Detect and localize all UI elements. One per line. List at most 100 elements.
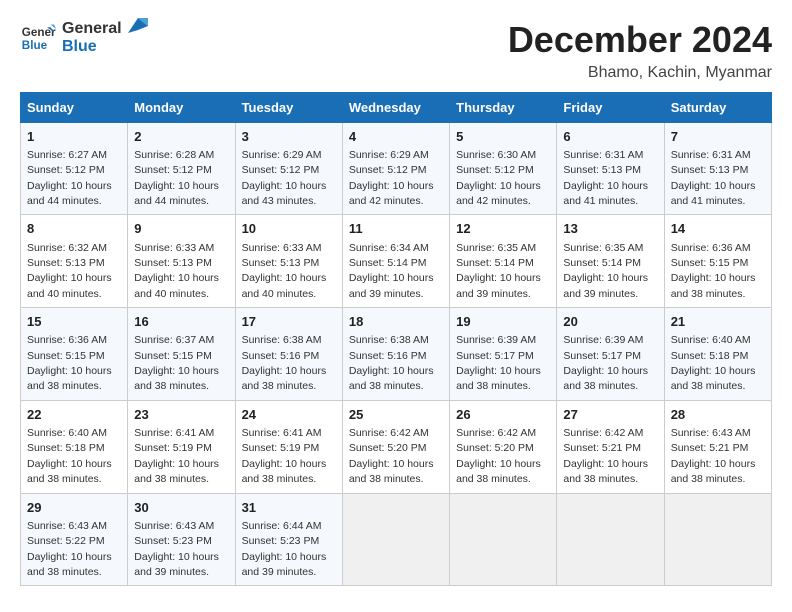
calendar-cell: 28 Sunrise: 6:43 AMSunset: 5:21 PMDayligh… [664,400,771,493]
day-detail: Sunrise: 6:30 AMSunset: 5:12 PMDaylight:… [456,149,541,207]
calendar-cell: 15 Sunrise: 6:36 AMSunset: 5:15 PMDayligh… [21,308,128,401]
calendar-cell: 19Sunrise: 6:39 AMSunset: 5:17 PMDayligh… [450,308,557,401]
day-detail: Sunrise: 6:29 AMSunset: 5:12 PMDaylight:… [242,149,327,207]
calendar-cell: 30Sunrise: 6:43 AMSunset: 5:23 PMDayligh… [128,493,235,586]
calendar-cell: 16 Sunrise: 6:37 AMSunset: 5:15 PMDayligh… [128,308,235,401]
calendar-cell [342,493,449,586]
day-detail: Sunrise: 6:35 AMSunset: 5:14 PMDaylight:… [563,242,648,300]
logo-line2: Blue [62,38,122,56]
day-detail: Sunrise: 6:36 AMSunset: 5:15 PMDaylight:… [27,334,112,392]
column-header-tuesday: Tuesday [235,92,342,122]
calendar-week-row: 1 Sunrise: 6:27 AMSunset: 5:12 PMDaylight… [21,122,772,215]
month-title: December 2024 [508,20,772,60]
calendar-cell: 26Sunrise: 6:42 AMSunset: 5:20 PMDayligh… [450,400,557,493]
day-number: 15 [27,313,121,331]
svg-text:Blue: Blue [22,39,48,52]
day-number: 27 [563,406,657,424]
day-detail: Sunrise: 6:43 AMSunset: 5:22 PMDaylight:… [27,520,112,578]
logo-bird-icon [128,18,148,48]
logo-icon: General Blue [20,20,56,56]
location-title: Bhamo, Kachin, Myanmar [508,64,772,82]
day-number: 9 [134,220,228,238]
day-number: 29 [27,499,121,517]
calendar-header-row: SundayMondayTuesdayWednesdayThursdayFrid… [21,92,772,122]
day-detail: Sunrise: 6:39 AMSunset: 5:17 PMDaylight:… [456,334,541,392]
calendar-cell: 14 Sunrise: 6:36 AMSunset: 5:15 PMDayligh… [664,215,771,308]
day-number: 14 [671,220,765,238]
day-number: 6 [563,128,657,146]
day-detail: Sunrise: 6:27 AMSunset: 5:12 PMDaylight:… [27,149,112,207]
day-detail: Sunrise: 6:37 AMSunset: 5:15 PMDaylight:… [134,334,219,392]
day-number: 23 [134,406,228,424]
day-number: 22 [27,406,121,424]
calendar-cell [664,493,771,586]
calendar-cell: 8 Sunrise: 6:32 AMSunset: 5:13 PMDaylight… [21,215,128,308]
calendar-cell: 24 Sunrise: 6:41 AMSunset: 5:19 PMDayligh… [235,400,342,493]
calendar-week-row: 22Sunrise: 6:40 AMSunset: 5:18 PMDayligh… [21,400,772,493]
column-header-friday: Friday [557,92,664,122]
day-number: 1 [27,128,121,146]
calendar-cell: 21Sunrise: 6:40 AMSunset: 5:18 PMDayligh… [664,308,771,401]
calendar-week-row: 15 Sunrise: 6:36 AMSunset: 5:15 PMDayligh… [21,308,772,401]
day-detail: Sunrise: 6:41 AMSunset: 5:19 PMDaylight:… [242,427,327,485]
calendar-cell: 22Sunrise: 6:40 AMSunset: 5:18 PMDayligh… [21,400,128,493]
calendar-cell: 2 Sunrise: 6:28 AMSunset: 5:12 PMDaylight… [128,122,235,215]
calendar-cell: 4Sunrise: 6:29 AMSunset: 5:12 PMDaylight… [342,122,449,215]
day-detail: Sunrise: 6:31 AMSunset: 5:13 PMDaylight:… [671,149,756,207]
calendar-cell: 6 Sunrise: 6:31 AMSunset: 5:13 PMDaylight… [557,122,664,215]
day-detail: Sunrise: 6:32 AMSunset: 5:13 PMDaylight:… [27,242,112,300]
day-detail: Sunrise: 6:42 AMSunset: 5:20 PMDaylight:… [349,427,434,485]
calendar-week-row: 8 Sunrise: 6:32 AMSunset: 5:13 PMDaylight… [21,215,772,308]
calendar-cell: 31Sunrise: 6:44 AMSunset: 5:23 PMDayligh… [235,493,342,586]
calendar-cell: 12Sunrise: 6:35 AMSunset: 5:14 PMDayligh… [450,215,557,308]
calendar-cell: 11Sunrise: 6:34 AMSunset: 5:14 PMDayligh… [342,215,449,308]
day-number: 11 [349,220,443,238]
day-number: 13 [563,220,657,238]
column-header-sunday: Sunday [21,92,128,122]
day-detail: Sunrise: 6:42 AMSunset: 5:21 PMDaylight:… [563,427,648,485]
logo-line1: General [62,20,122,38]
day-number: 8 [27,220,121,238]
calendar-cell [557,493,664,586]
day-detail: Sunrise: 6:33 AMSunset: 5:13 PMDaylight:… [242,242,327,300]
day-number: 26 [456,406,550,424]
day-detail: Sunrise: 6:43 AMSunset: 5:21 PMDaylight:… [671,427,756,485]
column-header-wednesday: Wednesday [342,92,449,122]
day-detail: Sunrise: 6:29 AMSunset: 5:12 PMDaylight:… [349,149,434,207]
day-number: 16 [134,313,228,331]
day-number: 31 [242,499,336,517]
day-detail: Sunrise: 6:38 AMSunset: 5:16 PMDaylight:… [349,334,434,392]
calendar-cell: 18Sunrise: 6:38 AMSunset: 5:16 PMDayligh… [342,308,449,401]
day-number: 28 [671,406,765,424]
calendar-cell: 7 Sunrise: 6:31 AMSunset: 5:13 PMDaylight… [664,122,771,215]
day-number: 30 [134,499,228,517]
day-detail: Sunrise: 6:38 AMSunset: 5:16 PMDaylight:… [242,334,327,392]
calendar-cell [450,493,557,586]
calendar-cell: 3Sunrise: 6:29 AMSunset: 5:12 PMDaylight… [235,122,342,215]
day-number: 2 [134,128,228,146]
calendar-cell: 23Sunrise: 6:41 AMSunset: 5:19 PMDayligh… [128,400,235,493]
day-detail: Sunrise: 6:31 AMSunset: 5:13 PMDaylight:… [563,149,648,207]
calendar-week-row: 29 Sunrise: 6:43 AMSunset: 5:22 PMDayligh… [21,493,772,586]
day-number: 12 [456,220,550,238]
column-header-saturday: Saturday [664,92,771,122]
day-number: 24 [242,406,336,424]
day-number: 10 [242,220,336,238]
day-detail: Sunrise: 6:40 AMSunset: 5:18 PMDaylight:… [671,334,756,392]
calendar-cell: 20Sunrise: 6:39 AMSunset: 5:17 PMDayligh… [557,308,664,401]
calendar-cell: 1 Sunrise: 6:27 AMSunset: 5:12 PMDaylight… [21,122,128,215]
logo: General Blue General Blue [20,20,148,56]
day-number: 7 [671,128,765,146]
day-number: 5 [456,128,550,146]
day-detail: Sunrise: 6:36 AMSunset: 5:15 PMDaylight:… [671,242,756,300]
column-header-monday: Monday [128,92,235,122]
day-number: 25 [349,406,443,424]
day-detail: Sunrise: 6:28 AMSunset: 5:12 PMDaylight:… [134,149,219,207]
day-number: 17 [242,313,336,331]
calendar-cell: 9Sunrise: 6:33 AMSunset: 5:13 PMDaylight… [128,215,235,308]
calendar-cell: 13 Sunrise: 6:35 AMSunset: 5:14 PMDayligh… [557,215,664,308]
calendar-cell: 25 Sunrise: 6:42 AMSunset: 5:20 PMDayligh… [342,400,449,493]
calendar-cell: 17 Sunrise: 6:38 AMSunset: 5:16 PMDayligh… [235,308,342,401]
calendar-cell: 27 Sunrise: 6:42 AMSunset: 5:21 PMDayligh… [557,400,664,493]
calendar-cell: 5 Sunrise: 6:30 AMSunset: 5:12 PMDaylight… [450,122,557,215]
